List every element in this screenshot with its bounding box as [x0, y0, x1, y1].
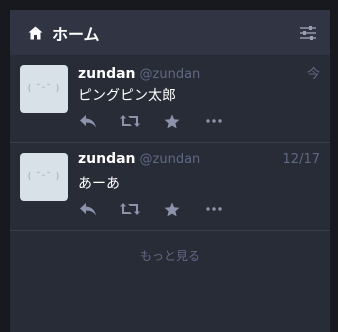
status-meta: zundan @zundan 今 [78, 63, 320, 82]
status-time[interactable]: 12/17 [283, 152, 320, 167]
favourite-icon[interactable] [162, 200, 182, 218]
home-icon [28, 25, 44, 41]
favourite-icon[interactable] [162, 112, 182, 130]
status-meta: zundan @zundan 12/17 [78, 151, 320, 169]
more-icon[interactable] [204, 112, 224, 130]
sliders-icon[interactable] [298, 23, 318, 43]
account-handle[interactable]: @zundan [140, 67, 307, 82]
boost-icon[interactable] [120, 200, 140, 218]
column-title: ホーム [52, 24, 100, 44]
status-item[interactable]: ( ˘ᵕ˘ ) zundan @zundan 12/17 あーあ [10, 143, 330, 231]
avatar[interactable]: ( ˘ᵕ˘ ) [20, 153, 68, 201]
status-actions [78, 200, 246, 218]
home-column: ホーム ( ˘ᵕ˘ ) zundan @zundan 今 ピングピン太郎 (˘… [10, 10, 330, 332]
display-name[interactable]: zundan [78, 66, 136, 82]
account-handle[interactable]: @zundan [140, 152, 283, 167]
status-actions [78, 112, 246, 130]
reply-icon[interactable] [78, 200, 98, 218]
reply-icon[interactable] [78, 112, 98, 130]
boost-icon[interactable] [120, 112, 140, 130]
display-name[interactable]: zundan [78, 151, 136, 167]
status-item[interactable]: ( ˘ᵕ˘ ) zundan @zundan 今 ピングピン太郎 [10, 55, 330, 143]
status-time[interactable]: 今 [307, 63, 320, 82]
column-header[interactable]: ホーム [10, 10, 330, 55]
avatar[interactable]: ( ˘ᵕ˘ ) [20, 65, 68, 113]
status-content: ピングピン太郎 [78, 88, 176, 104]
status-content: あーあ [78, 176, 120, 192]
more-icon[interactable] [204, 200, 224, 218]
load-more-button[interactable]: もっと見る [10, 231, 330, 264]
